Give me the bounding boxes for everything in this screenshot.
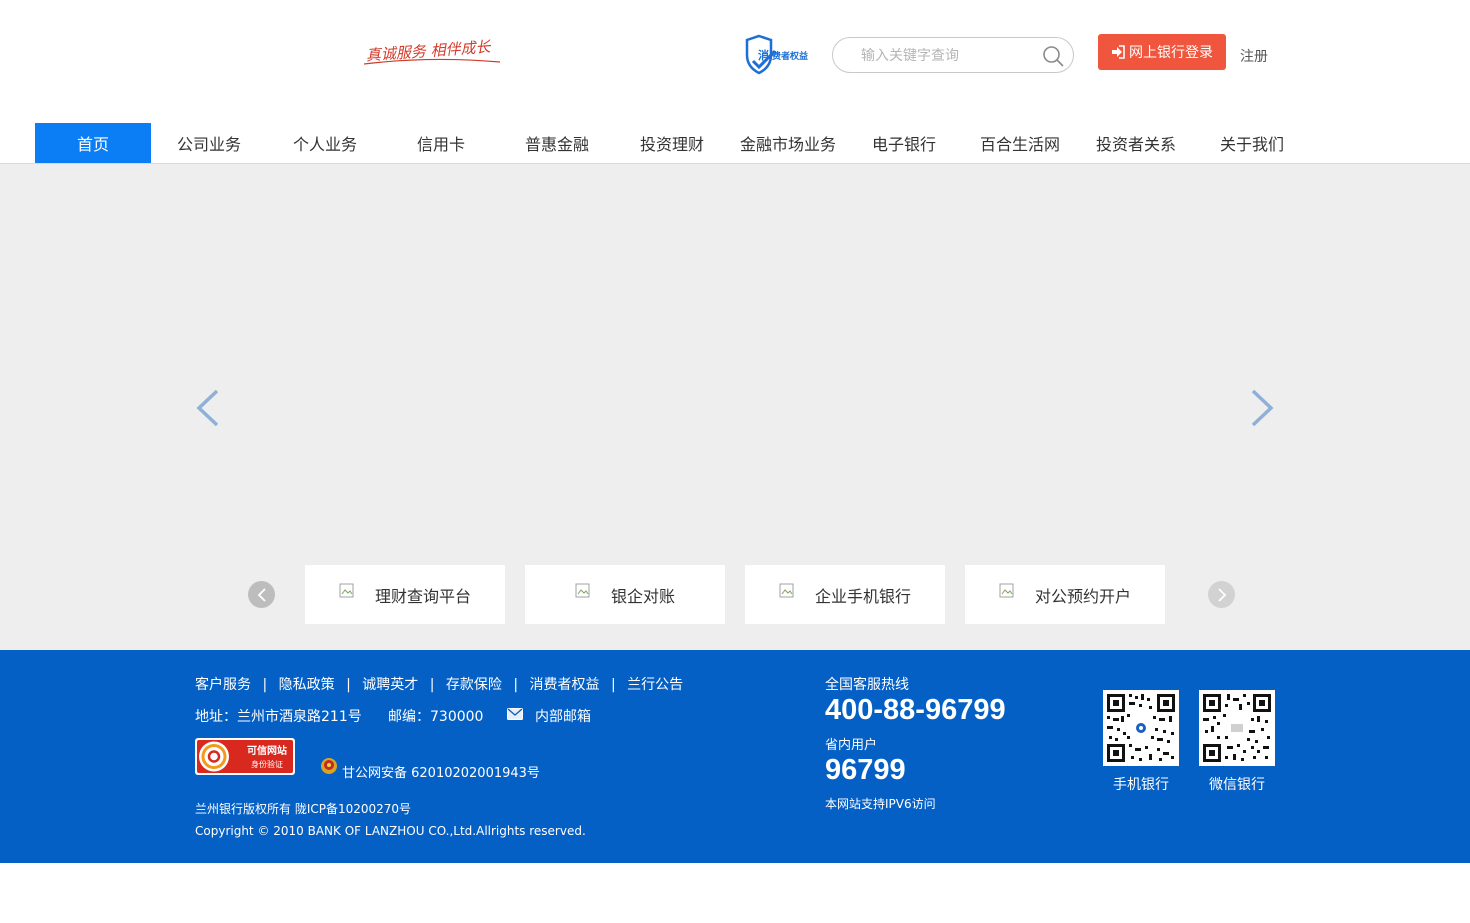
quick-link-bank-reconciliation[interactable]: 银企对账: [525, 565, 725, 624]
footer-link-careers[interactable]: 诚聘英才: [362, 677, 418, 693]
search-icon[interactable]: [1042, 45, 1064, 67]
banner-next-arrow[interactable]: [1247, 388, 1277, 428]
svg-text:消: 消: [758, 48, 769, 62]
consumer-rights-badge[interactable]: 消 费者权益: [745, 33, 815, 77]
wechat-banking-qr-code[interactable]: [1199, 690, 1275, 766]
address-text: 地址：兰州市酒泉路211号: [195, 709, 362, 725]
copyright-notice: Copyright © 2010 BANK OF LANZHOU CO.,Ltd…: [195, 824, 586, 838]
footer-link-announcements[interactable]: 兰行公告: [627, 677, 683, 693]
slogan-logo: 真诚服务 相伴成长: [363, 38, 501, 65]
quick-link-label: 对公预约开户: [1034, 586, 1131, 606]
police-record-link[interactable]: 甘公网安备 62010202001943号: [342, 762, 540, 781]
quick-link-corporate-account-booking[interactable]: 对公预约开户: [965, 565, 1165, 624]
broken-image-icon: [779, 583, 794, 597]
svg-text:可信网站: 可信网站: [247, 744, 287, 757]
police-emblem-icon: [321, 758, 337, 774]
site-footer: 客户服务 | 隐私政策 | 诚聘英才 | 存款保险 | 消费者权益 | 兰行公告…: [0, 650, 1470, 863]
site-header: 真诚服务 相伴成长 消 费者权益 网上银行登录 注册: [0, 0, 1470, 123]
footer-separator: |: [262, 677, 268, 693]
footer-link-customer-service[interactable]: 客户服务: [195, 677, 251, 693]
ipv6-note: 本网站支持IPV6访问: [825, 797, 936, 811]
nav-item-credit-card[interactable]: 信用卡: [383, 123, 499, 163]
login-icon: [1112, 45, 1125, 59]
login-label: 网上银行登录: [1129, 45, 1213, 61]
trusted-website-badge[interactable]: 可信网站 身份验证: [195, 738, 295, 775]
footer-separator: |: [429, 677, 435, 693]
nav-item-investment[interactable]: 投资理财: [614, 123, 730, 163]
copyright-icp: 兰州银行版权所有 陇ICP备10200270号: [195, 802, 412, 816]
footer-link-deposit-insurance[interactable]: 存款保险: [446, 677, 502, 693]
footer-separator: |: [346, 677, 351, 693]
footer-separator: |: [610, 677, 616, 693]
postal-code-text: 邮编：730000: [388, 709, 484, 725]
province-number: 96799: [825, 754, 906, 786]
nav-item-corporate[interactable]: 公司业务: [151, 123, 267, 163]
mail-icon: [507, 708, 523, 720]
quick-links-prev-button[interactable]: [248, 581, 275, 608]
footer-separator: |: [513, 677, 519, 693]
nav-item-inclusive-finance[interactable]: 普惠金融: [499, 123, 615, 163]
footer-link-consumer-rights[interactable]: 消费者权益: [530, 677, 600, 693]
broken-image-icon: [999, 583, 1014, 597]
province-label: 省内用户: [825, 738, 878, 753]
nav-item-e-banking[interactable]: 电子银行: [846, 123, 962, 163]
hero-banner: 理财查询平台 银企对账 企业手机银行 对公预约开户: [0, 164, 1470, 650]
search-box: [832, 37, 1074, 73]
broken-image-icon: [575, 583, 590, 597]
banner-prev-arrow[interactable]: [193, 388, 223, 428]
nav-item-personal[interactable]: 个人业务: [267, 123, 383, 163]
register-link[interactable]: 注册: [1240, 46, 1268, 66]
nav-item-lily-life[interactable]: 百合生活网: [962, 123, 1078, 163]
main-nav: 首页 公司业务 个人业务 信用卡 普惠金融 投资理财 金融市场业务 电子银行 百…: [0, 123, 1470, 164]
quick-link-enterprise-mobile[interactable]: 企业手机银行: [745, 565, 945, 624]
nav-item-about-us[interactable]: 关于我们: [1194, 123, 1310, 163]
hotline-number: 400-88-96799: [825, 694, 1006, 726]
internal-mail-link[interactable]: 内部邮箱: [535, 706, 591, 726]
quick-link-label: 企业手机银行: [814, 586, 911, 606]
svg-text:身份验证: 身份验证: [251, 759, 283, 769]
quick-link-label: 银企对账: [610, 586, 675, 606]
chevron-left-icon: [257, 587, 266, 602]
svg-text:费者权益: 费者权益: [772, 50, 808, 62]
online-banking-login-button[interactable]: 网上银行登录: [1098, 34, 1226, 70]
quick-link-wealth-query[interactable]: 理财查询平台: [305, 565, 505, 624]
mobile-banking-label: 手机银行: [1113, 777, 1169, 793]
mobile-banking-qr-code[interactable]: [1103, 690, 1179, 766]
nav-item-investor-relations[interactable]: 投资者关系: [1078, 123, 1194, 163]
chevron-right-icon: [1217, 587, 1226, 602]
search-input[interactable]: [861, 46, 1041, 66]
nav-item-home[interactable]: 首页: [35, 123, 151, 163]
footer-link-privacy[interactable]: 隐私政策: [279, 677, 335, 693]
broken-image-icon: [339, 583, 354, 597]
footer-links: 客户服务 | 隐私政策 | 诚聘英才 | 存款保险 | 消费者权益 | 兰行公告: [195, 674, 683, 694]
hotline-label: 全国客服热线: [825, 677, 909, 693]
quick-link-label: 理财查询平台: [374, 586, 471, 606]
wechat-banking-label: 微信银行: [1209, 777, 1265, 793]
nav-item-financial-markets[interactable]: 金融市场业务: [730, 123, 846, 163]
quick-links-next-button[interactable]: [1208, 581, 1235, 608]
